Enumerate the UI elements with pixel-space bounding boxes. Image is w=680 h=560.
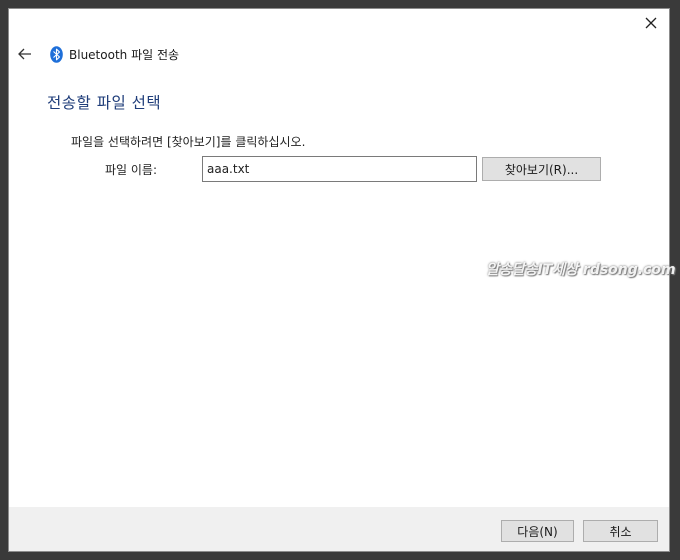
close-button[interactable] [637, 11, 665, 35]
footer-bar: 다음(N) 취소 [9, 507, 669, 551]
instruction-text: 파일을 선택하려면 [찾아보기]를 클릭하십시오. [71, 135, 306, 149]
bluetooth-icon [49, 45, 63, 63]
filename-input[interactable] [202, 156, 477, 182]
watermark: 알송달송IT세상 rdsong.com [486, 262, 676, 278]
window-title: Bluetooth 파일 전송 [69, 47, 180, 62]
cancel-button[interactable]: 취소 [583, 520, 658, 542]
back-arrow-icon [18, 48, 31, 60]
title-bar: Bluetooth 파일 전송 [15, 43, 179, 65]
browse-button[interactable]: 찾아보기(R)... [482, 157, 601, 181]
page-title: 전송할 파일 선택 [47, 94, 162, 112]
filename-label: 파일 이름: [105, 163, 158, 177]
next-button[interactable]: 다음(N) [501, 520, 574, 542]
close-icon [645, 17, 657, 29]
dialog-window: Bluetooth 파일 전송 전송할 파일 선택 파일을 선택하려면 [찾아보… [8, 8, 676, 552]
back-button[interactable] [15, 44, 35, 64]
